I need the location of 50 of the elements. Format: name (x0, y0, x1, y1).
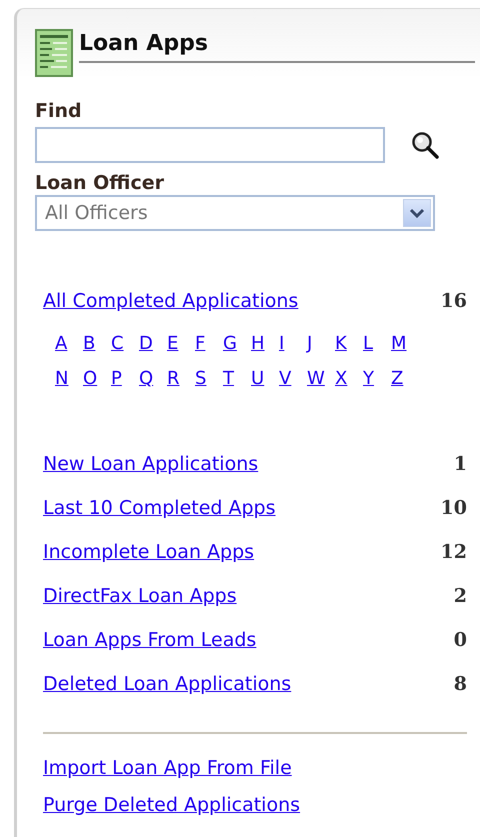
letter-link[interactable]: B (83, 330, 111, 356)
letter-link[interactable]: D (139, 330, 167, 356)
letter-link[interactable]: H (251, 330, 279, 356)
letter-link[interactable]: N (55, 364, 83, 392)
list-link[interactable]: DirectFax Loan Apps (43, 582, 237, 610)
letter-link[interactable]: G (223, 330, 251, 356)
list-link[interactable]: All Completed Applications (43, 287, 298, 316)
letter-link[interactable]: P (111, 364, 139, 392)
list-link[interactable]: New Loan Applications (43, 450, 258, 478)
letter-link[interactable]: V (279, 364, 307, 392)
letter-link[interactable]: E (167, 330, 195, 356)
list-link[interactable]: Incomplete Loan Apps (43, 538, 254, 566)
count-label: 0 (454, 628, 467, 652)
letter-link[interactable]: C (111, 330, 139, 356)
letter-link[interactable]: I (279, 330, 307, 356)
list-link[interactable]: Deleted Loan Applications (43, 670, 292, 698)
count-label: 2 (454, 584, 467, 608)
action-link[interactable]: Purge Deleted Applications (43, 794, 300, 816)
count-label: 12 (440, 540, 467, 564)
letter-link[interactable]: A (55, 330, 83, 356)
letter-link[interactable]: J (307, 330, 335, 356)
letter-link[interactable]: Y (363, 364, 391, 392)
document-icon (35, 29, 73, 77)
letter-link[interactable]: F (195, 330, 223, 356)
letter-link[interactable]: M (391, 330, 419, 356)
count-label: 10 (440, 496, 467, 520)
letter-link[interactable]: Q (139, 364, 167, 392)
list-link[interactable]: Loan Apps From Leads (43, 626, 256, 654)
field-label: Find (35, 99, 83, 123)
action-link[interactable]: Import Loan App From File (43, 756, 292, 778)
letter-link[interactable]: K (335, 330, 363, 356)
count-label: 8 (454, 672, 467, 696)
officer-dropdown[interactable]: All Officers (35, 195, 435, 231)
letter-link[interactable]: W (307, 364, 335, 392)
letter-link[interactable]: U (251, 364, 279, 392)
search-icon[interactable] (411, 131, 439, 159)
letter-link[interactable]: T (223, 364, 251, 392)
field-label: Loan Officer (35, 171, 165, 195)
panel-title: Loan Apps (79, 29, 475, 63)
find-field[interactable] (35, 127, 385, 163)
letter-link[interactable]: Z (391, 364, 419, 392)
letter-link[interactable]: R (167, 364, 195, 392)
count-label: 1 (454, 452, 467, 476)
letter-link[interactable]: L (363, 330, 391, 356)
letter-link[interactable]: O (83, 364, 111, 392)
dropdown-value: All Officers (45, 200, 148, 226)
list-link[interactable]: Last 10 Completed Apps (43, 494, 276, 522)
letter-link[interactable]: S (195, 364, 223, 392)
count-label: 16 (440, 289, 467, 314)
letter-link[interactable]: X (335, 364, 363, 392)
